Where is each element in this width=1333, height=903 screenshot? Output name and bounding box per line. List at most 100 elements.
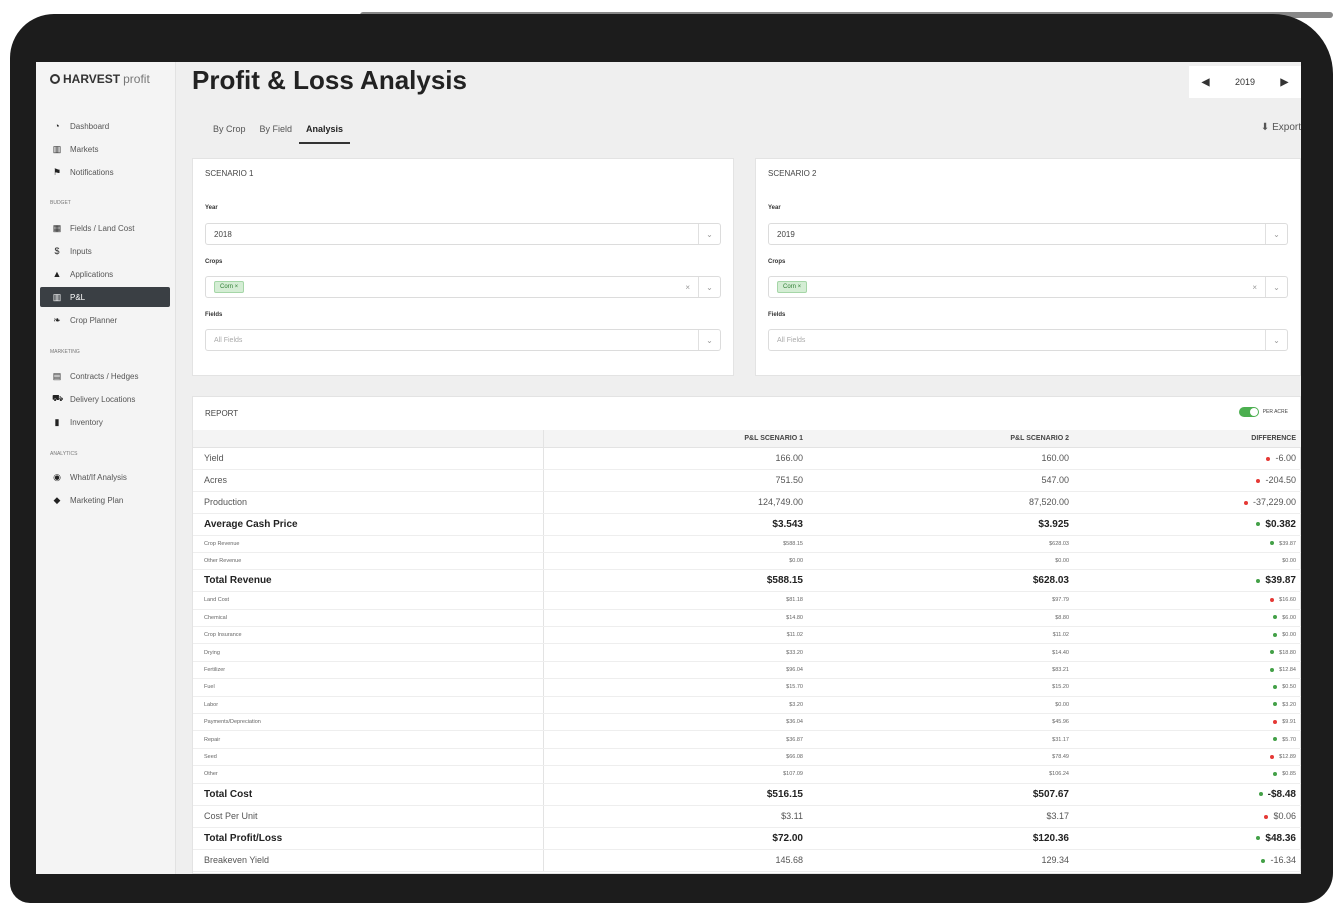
difference-cell: $5.70: [1075, 730, 1301, 749]
year-label: Year: [768, 205, 781, 211]
difference-value: $9.91: [1282, 719, 1296, 726]
prev-year-arrow-icon[interactable]: ◀: [1202, 77, 1210, 88]
table-row: Seed $66.08 $78.49 $12.89: [193, 748, 1301, 767]
increase-indicator-icon: [1261, 858, 1266, 863]
difference-cell: $39.87: [1075, 535, 1301, 553]
crop-chip[interactable]: Corn ×: [777, 281, 808, 293]
app-screen: HARVEST profit ◔ Dashboard ▥ Markets ⚑ Notific…: [36, 62, 1301, 874]
brand-logo[interactable]: HARVEST profit: [50, 72, 150, 86]
table-row: Fertilizer $96.04 $83.21 $12.84: [193, 661, 1301, 680]
row-label: Labor: [193, 696, 544, 715]
difference-cell: $0.85: [1075, 765, 1301, 784]
inventory-icon: ▮: [54, 416, 60, 427]
next-year-arrow-icon[interactable]: ▶: [1281, 77, 1289, 88]
scenario-1-value: $36.87: [543, 730, 809, 749]
tab-by-crop[interactable]: By Crop: [206, 120, 253, 144]
difference-value: -204.50: [1265, 475, 1296, 485]
scenario-2-value: $0.00: [809, 552, 1075, 571]
scenario-2-crops-select[interactable]: Corn × × ⌄: [768, 276, 1288, 298]
export-button[interactable]: ⬇ Export: [1261, 122, 1301, 133]
decrease-indicator-icon: [1256, 478, 1261, 483]
sidebar-item-applications[interactable]: ▲ Applications: [40, 264, 170, 284]
scenario-2-year-select[interactable]: 2019 ⌄: [768, 223, 1288, 245]
difference-value: $39.87: [1265, 575, 1296, 587]
sidebar-item-inventory[interactable]: ▮ Inventory: [40, 412, 170, 432]
row-label: Cost Per Unit: [193, 805, 544, 828]
toggle-switch[interactable]: [1238, 407, 1259, 417]
sidebar-item-notifications[interactable]: ⚑ Notifications: [40, 162, 170, 182]
dollar-icon: $: [54, 246, 60, 256]
row-label: Repair: [193, 730, 544, 749]
crops-label: Crops: [768, 259, 786, 265]
scenario-2-value: $14.40: [809, 643, 1075, 662]
tab-by-field[interactable]: By Field: [253, 120, 300, 144]
difference-value: $48.36: [1265, 832, 1296, 844]
clear-icon[interactable]: ×: [685, 283, 690, 292]
pl-report-table: P&L SCENARIO 1 P&L SCENARIO 2 DIFFERENCE…: [193, 430, 1301, 872]
row-label: Payments/Depreciation: [193, 713, 544, 732]
scenario-1-year-select[interactable]: 2018 ⌄: [205, 223, 721, 245]
decrease-indicator-icon: [1273, 719, 1278, 724]
scenario-1-crops-select[interactable]: Corn × × ⌄: [205, 276, 721, 298]
scenario-1-value: $0.00: [543, 552, 809, 571]
row-label: Fuel: [193, 678, 544, 697]
difference-value: $0.85: [1282, 771, 1296, 778]
scenario-2-value: $8.80: [809, 609, 1075, 628]
report-title: REPORT: [205, 409, 239, 418]
flask-icon: ▲: [52, 269, 62, 279]
row-label: Other Revenue: [193, 552, 544, 571]
scenario-1-value: $3.11: [543, 805, 809, 828]
chevron-down-icon[interactable]: ⌄: [1265, 277, 1287, 297]
sidebar-item-label: Contracts / Hedges: [70, 371, 139, 381]
sidebar-item-p-l[interactable]: ▥ P&L: [40, 287, 170, 307]
chevron-down-icon[interactable]: ⌄: [1265, 224, 1287, 244]
crop-chip[interactable]: Corn ×: [214, 281, 245, 293]
download-icon: ⬇: [1260, 122, 1270, 133]
flag-icon: ⚑: [52, 166, 62, 177]
scenario-2-fields-select[interactable]: All Fields ⌄: [768, 329, 1288, 351]
chevron-down-icon[interactable]: ⌄: [698, 277, 720, 297]
scenario-1-value: $516.15: [543, 783, 809, 806]
scenario-1-fields-select[interactable]: All Fields ⌄: [205, 329, 721, 351]
increase-indicator-icon: [1273, 771, 1278, 776]
sidebar-item-fields-land-cost[interactable]: ▦ Fields / Land Cost: [40, 218, 170, 238]
sidebar-item-crop-planner[interactable]: ❧ Crop Planner: [40, 310, 170, 330]
table-row: Total Revenue $588.15 $628.03 $39.87: [193, 569, 1301, 593]
scenario-1-value: $14.80: [543, 609, 809, 628]
tab-analysis[interactable]: Analysis: [299, 120, 351, 144]
row-label: Crop Insurance: [193, 626, 544, 645]
scenario-2-value: $106.24: [809, 765, 1075, 784]
scenario-2-value: 129.34: [809, 849, 1075, 872]
scenario-2-value: $97.79: [809, 591, 1075, 610]
scenario-1-value: 124,749.00: [543, 491, 809, 514]
per-acre-toggle[interactable]: PER ACRE: [1238, 407, 1288, 417]
row-label: Fertilizer: [193, 661, 544, 680]
table-row: Other $107.09 $106.24 $0.85: [193, 765, 1301, 784]
table-row: Crop Insurance $11.02 $11.02 $0.00: [193, 626, 1301, 645]
scenario-2-value: $3.925: [809, 513, 1075, 536]
export-label: Export: [1272, 122, 1301, 133]
report-card: REPORT PER ACRE P&L SCENARIO 1 P&L SCENA…: [192, 396, 1301, 874]
sidebar-item-delivery-locations[interactable]: ⛟ Delivery Locations: [40, 389, 170, 409]
clear-icon[interactable]: ×: [1252, 283, 1257, 292]
chevron-down-icon[interactable]: ⌄: [1265, 330, 1287, 350]
sidebar-item-label: Inputs: [70, 246, 92, 256]
table-row: Fuel $15.70 $15.20 $0.50: [193, 678, 1301, 697]
chevron-down-icon[interactable]: ⌄: [698, 330, 720, 350]
year-picker[interactable]: ◀ 2019 ▶: [1189, 66, 1301, 98]
sidebar-item-contracts-hedges[interactable]: ▤ Contracts / Hedges: [40, 366, 170, 386]
table-row: Acres 751.50 547.00 -204.50: [193, 469, 1301, 492]
sidebar-item-label: Crop Planner: [70, 315, 118, 325]
sidebar-item-marketing-plan[interactable]: ◆ Marketing Plan: [40, 490, 170, 510]
main-content: Profit & Loss Analysis ◀ 2019 ▶ By Crop B…: [192, 62, 1301, 874]
difference-value: -37,229.00: [1252, 497, 1296, 507]
row-label: Chemical: [193, 609, 544, 628]
sidebar-item-inputs[interactable]: $ Inputs: [40, 241, 170, 261]
chevron-down-icon[interactable]: ⌄: [698, 224, 720, 244]
difference-cell: $0.00: [1075, 626, 1301, 645]
sidebar-item-what-if-analysis[interactable]: ◉ What/If Analysis: [40, 467, 170, 487]
sidebar-item-dashboard[interactable]: ◔ Dashboard: [40, 116, 170, 136]
nav-section-marketing: MARKETING: [50, 349, 80, 355]
sidebar-item-markets[interactable]: ▥ Markets: [40, 139, 170, 159]
column-header-label: [193, 430, 544, 448]
